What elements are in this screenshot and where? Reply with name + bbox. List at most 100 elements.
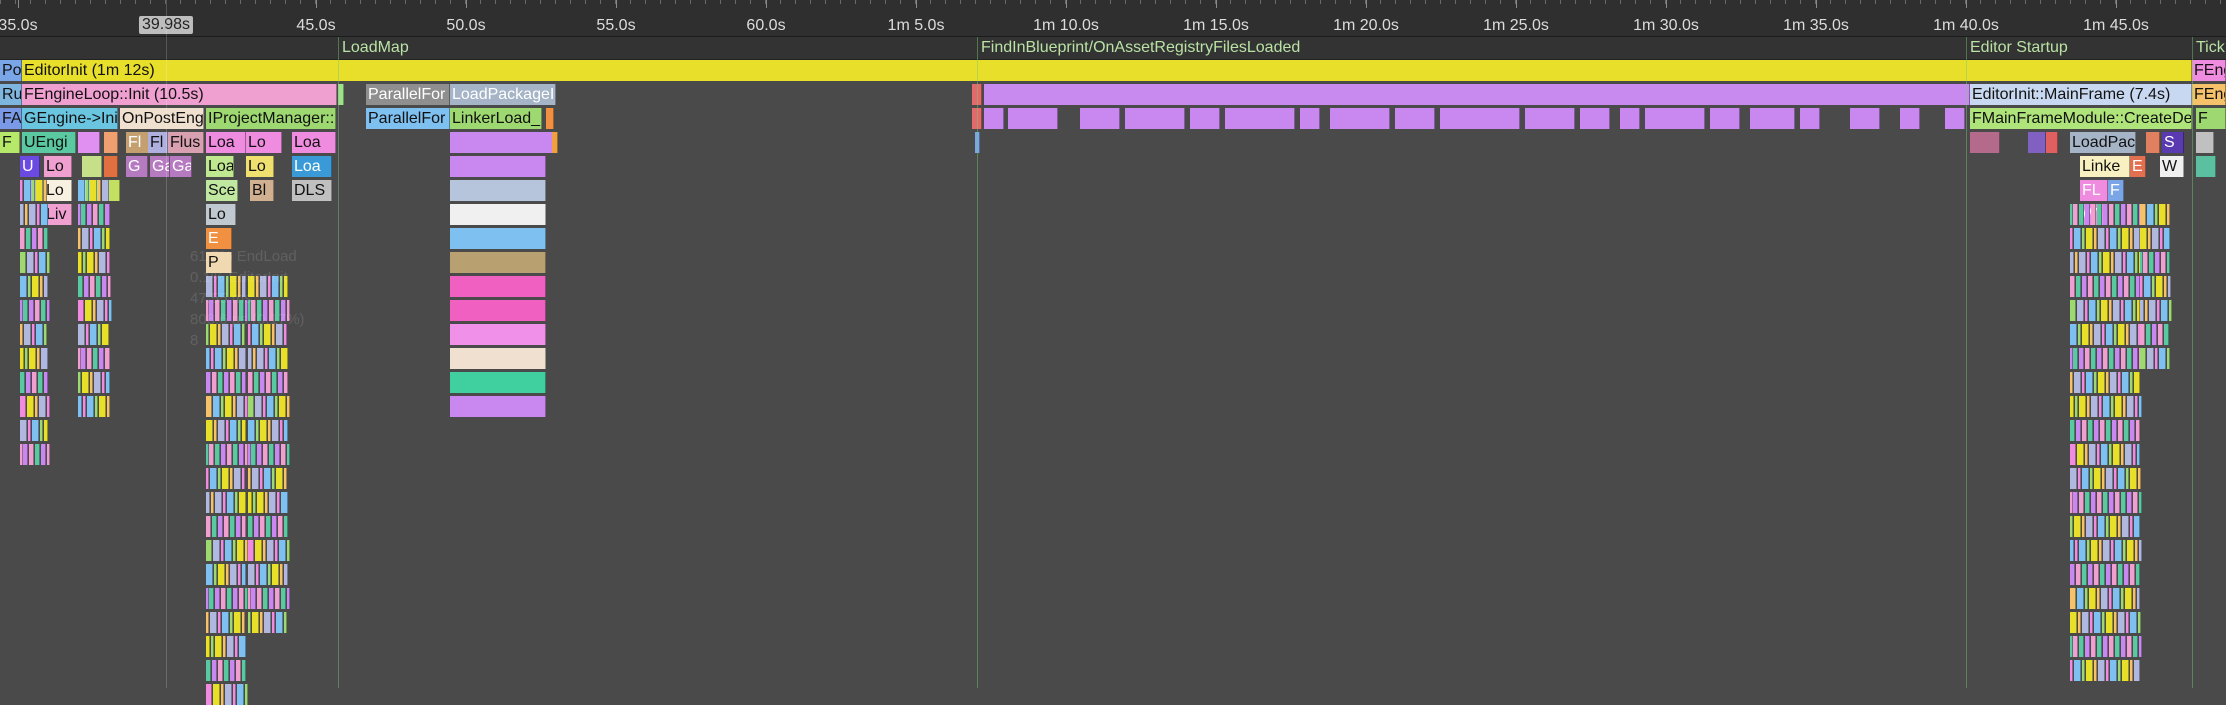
timer-event[interactable] xyxy=(263,444,268,465)
timer-event[interactable] xyxy=(2127,252,2134,273)
timer-event[interactable] xyxy=(233,444,238,465)
timer-event[interactable] xyxy=(2133,348,2138,369)
timer-event[interactable] xyxy=(1008,108,1058,129)
timer-event[interactable] xyxy=(251,444,256,465)
timer-event[interactable] xyxy=(2070,420,2075,441)
timer-event[interactable] xyxy=(2094,612,2101,633)
timer-event-ga1[interactable]: Ga xyxy=(150,156,170,177)
timer-event[interactable] xyxy=(275,540,278,561)
timer-event-loa4[interactable]: Loa xyxy=(292,156,332,177)
timer-event-editor-init[interactable]: EditorInit (1m 12s) xyxy=(22,60,2192,81)
timer-event[interactable] xyxy=(90,324,97,345)
timer-event[interactable] xyxy=(2140,324,2145,345)
timer-event[interactable] xyxy=(2137,588,2140,609)
timer-event[interactable] xyxy=(105,348,110,369)
timer-event[interactable] xyxy=(263,588,268,609)
timer-event[interactable] xyxy=(47,300,50,321)
timer-event[interactable] xyxy=(2082,612,2089,633)
timer-event-e1[interactable]: E xyxy=(2130,156,2146,177)
timer-event[interactable] xyxy=(252,612,259,633)
timer-event-lo1[interactable]: Lo xyxy=(246,132,282,153)
timer-event[interactable] xyxy=(38,372,43,393)
timer-event[interactable] xyxy=(218,564,225,585)
timer-event[interactable] xyxy=(221,396,224,417)
timer-event[interactable] xyxy=(546,108,554,129)
timer-event[interactable] xyxy=(215,492,222,513)
timer-event-bl[interactable]: Bl xyxy=(250,180,274,201)
timer-event[interactable] xyxy=(2079,492,2084,513)
timer-event[interactable] xyxy=(2070,372,2073,393)
timer-event[interactable] xyxy=(2094,516,2097,537)
timer-event[interactable] xyxy=(239,636,246,657)
timer-event[interactable] xyxy=(78,324,85,345)
timer-event-uengi[interactable]: UEngi xyxy=(22,132,76,153)
timer-event[interactable] xyxy=(215,636,222,657)
timer-event-loa3[interactable]: Loa xyxy=(206,156,234,177)
timer-event[interactable] xyxy=(2097,588,2100,609)
timer-event[interactable] xyxy=(2122,228,2129,249)
timer-event[interactable] xyxy=(2070,588,2076,609)
timer-event[interactable] xyxy=(2130,228,2133,249)
timer-event[interactable] xyxy=(242,468,245,489)
timer-event[interactable] xyxy=(2103,252,2110,273)
timer-event-load-pac[interactable]: LoadPac xyxy=(2070,132,2136,153)
timer-event[interactable] xyxy=(2087,396,2090,417)
timer-event[interactable] xyxy=(206,396,212,417)
timer-event[interactable] xyxy=(1710,108,1740,129)
timer-event[interactable] xyxy=(257,588,262,609)
timer-event[interactable] xyxy=(25,348,28,369)
timer-event[interactable] xyxy=(257,492,264,513)
timer-event[interactable] xyxy=(225,396,232,417)
timer-event[interactable] xyxy=(257,444,262,465)
timer-event[interactable] xyxy=(2125,588,2132,609)
timer-event[interactable] xyxy=(2091,348,2096,369)
timer-event[interactable] xyxy=(552,132,558,153)
timer-event[interactable] xyxy=(263,396,266,417)
timer-event[interactable] xyxy=(78,132,100,153)
timer-event[interactable] xyxy=(78,372,81,393)
timer-event[interactable] xyxy=(2168,276,2171,297)
timer-event[interactable] xyxy=(2078,612,2081,633)
timer-event[interactable] xyxy=(237,684,244,705)
timer-event[interactable] xyxy=(97,300,104,321)
timer-event[interactable] xyxy=(227,492,234,513)
timer-event[interactable] xyxy=(2130,276,2135,297)
timer-event[interactable] xyxy=(450,348,546,369)
timer-event[interactable] xyxy=(93,204,98,225)
timer-event[interactable] xyxy=(2073,636,2078,657)
timer-event[interactable] xyxy=(2091,396,2098,417)
timer-event[interactable] xyxy=(450,132,554,153)
timer-event[interactable] xyxy=(2127,348,2132,369)
timer-event[interactable] xyxy=(2125,300,2132,321)
timer-event[interactable] xyxy=(2078,468,2081,489)
timer-event[interactable] xyxy=(2109,492,2114,513)
timer-event[interactable] xyxy=(2164,276,2167,297)
timer-event[interactable] xyxy=(2149,300,2156,321)
timer-event[interactable] xyxy=(2112,564,2117,585)
timer-event[interactable] xyxy=(236,516,241,537)
timer-event[interactable] xyxy=(87,204,92,225)
timer-event[interactable] xyxy=(1330,108,1390,129)
timer-event[interactable] xyxy=(32,276,39,297)
timer-event[interactable] xyxy=(223,636,226,657)
timer-event[interactable] xyxy=(253,492,256,513)
timer-event[interactable] xyxy=(2094,372,2097,393)
timer-event[interactable] xyxy=(280,420,283,441)
timer-event[interactable] xyxy=(2078,324,2081,345)
timer-event[interactable] xyxy=(2106,468,2113,489)
timer-event-ga2[interactable]: Ga xyxy=(170,156,192,177)
timer-event[interactable] xyxy=(2135,396,2138,417)
timer-event[interactable] xyxy=(2130,324,2137,345)
timer-event[interactable] xyxy=(2167,204,2170,225)
timer-event[interactable] xyxy=(2121,348,2126,369)
timer-event-loa1[interactable]: Loa xyxy=(206,132,246,153)
timer-event[interactable] xyxy=(78,228,81,249)
timer-event[interactable] xyxy=(2103,204,2108,225)
timer-event[interactable] xyxy=(277,492,280,513)
timer-event[interactable] xyxy=(260,420,267,441)
timer-event[interactable] xyxy=(104,132,118,153)
timer-event[interactable] xyxy=(2140,348,2146,369)
timer-event[interactable] xyxy=(450,204,546,225)
timer-event[interactable] xyxy=(36,324,43,345)
timer-event[interactable] xyxy=(227,588,232,609)
